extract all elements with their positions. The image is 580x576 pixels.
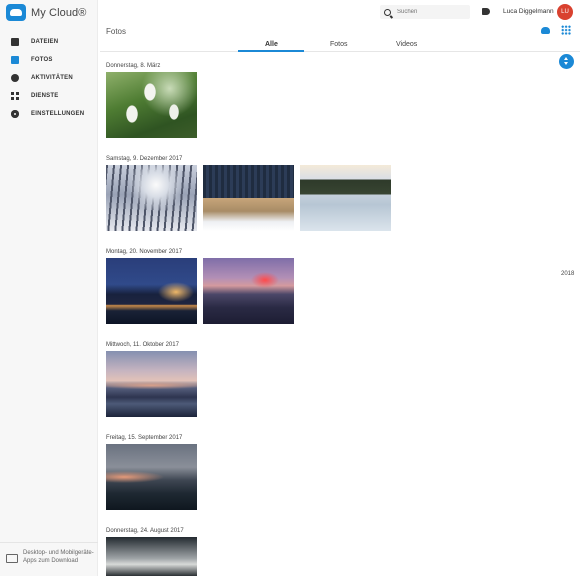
timeline-scroll-button[interactable] [559, 54, 574, 69]
photo-thumbnail[interactable] [106, 258, 197, 324]
photo-section: Samstag, 9. Dezember 2017 [106, 156, 391, 231]
photo-thumbnail[interactable] [203, 258, 294, 324]
page-title: Fotos [106, 27, 127, 36]
file-icon [11, 38, 19, 46]
tab-alle[interactable]: Alle [265, 41, 278, 48]
photo-thumbnail[interactable] [106, 444, 197, 510]
sidebar: My Cloud® DATEIEN FOTOS AKTIVITÄTEN DIEN… [0, 0, 98, 576]
download-apps-text: Desktop- und Mobilgeräte-Apps zum Downlo… [23, 550, 94, 564]
photo-section: Mittwoch, 11. Oktober 2017 [106, 342, 197, 417]
tab-fotos[interactable]: Fotos [330, 41, 348, 48]
sidebar-item-label: AKTIVITÄTEN [31, 75, 73, 81]
grid-icon [11, 92, 19, 100]
sidebar-nav: DATEIEN FOTOS AKTIVITÄTEN DIENSTE EINSTE… [0, 33, 98, 123]
photo-thumbnail[interactable] [300, 165, 391, 231]
active-tab-indicator [238, 50, 304, 52]
photo-thumbnail[interactable] [106, 165, 197, 231]
sidebar-item-dateien[interactable]: DATEIEN [0, 33, 98, 51]
sidebar-item-fotos[interactable]: FOTOS [0, 51, 98, 69]
clock-icon [11, 74, 19, 82]
photo-thumbnail[interactable] [106, 72, 197, 138]
sidebar-item-label: EINSTELLUNGEN [31, 111, 85, 117]
sidebar-item-label: DIENSTE [31, 93, 59, 99]
sidebar-item-label: FOTOS [31, 57, 53, 63]
notification-icon[interactable] [482, 8, 490, 15]
photo-thumbnail[interactable] [203, 165, 294, 231]
sidebar-item-label: DATEIEN [31, 39, 59, 45]
section-date: Freitag, 15. September 2017 [106, 435, 183, 441]
search-input[interactable] [397, 9, 467, 15]
photo-thumbnail[interactable] [106, 351, 197, 417]
photo-icon [11, 56, 19, 64]
devices-icon [6, 554, 18, 563]
tab-bar: Alle Fotos Videos [100, 38, 580, 52]
photo-section: Donnerstag, 24. August 2017 [106, 528, 197, 576]
section-date: Donnerstag, 8. März [106, 63, 161, 69]
search-box[interactable] [380, 5, 470, 19]
cloud-logo-icon [6, 4, 26, 21]
sidebar-item-aktivitaeten[interactable]: AKTIVITÄTEN [0, 69, 98, 87]
search-icon [384, 8, 391, 16]
year-marker[interactable]: 2018 [561, 271, 574, 277]
app-logo[interactable]: My Cloud® [6, 4, 86, 21]
sidebar-item-dienste[interactable]: DIENSTE [0, 87, 98, 105]
tab-videos[interactable]: Videos [396, 41, 417, 48]
app-name: My Cloud® [31, 6, 87, 19]
avatar[interactable]: LU [557, 4, 573, 20]
photo-section: Freitag, 15. September 2017 [106, 435, 197, 510]
section-date: Samstag, 9. Dezember 2017 [106, 156, 183, 162]
photo-section: Montag, 20. November 2017 [106, 249, 294, 324]
section-date: Donnerstag, 24. August 2017 [106, 528, 184, 534]
section-date: Montag, 20. November 2017 [106, 249, 183, 255]
photo-section: Donnerstag, 8. März [106, 63, 197, 138]
photo-thumbnail[interactable] [106, 537, 197, 576]
gear-icon [11, 110, 19, 118]
grid-view-icon[interactable] [561, 25, 571, 35]
sidebar-item-einstellungen[interactable]: EINSTELLUNGEN [0, 105, 98, 123]
user-name[interactable]: Luca Diggelmann [503, 8, 554, 15]
upload-icon[interactable] [541, 27, 550, 34]
section-date: Mittwoch, 11. Oktober 2017 [106, 342, 179, 348]
download-apps-link[interactable]: Desktop- und Mobilgeräte-Apps zum Downlo… [0, 542, 98, 576]
